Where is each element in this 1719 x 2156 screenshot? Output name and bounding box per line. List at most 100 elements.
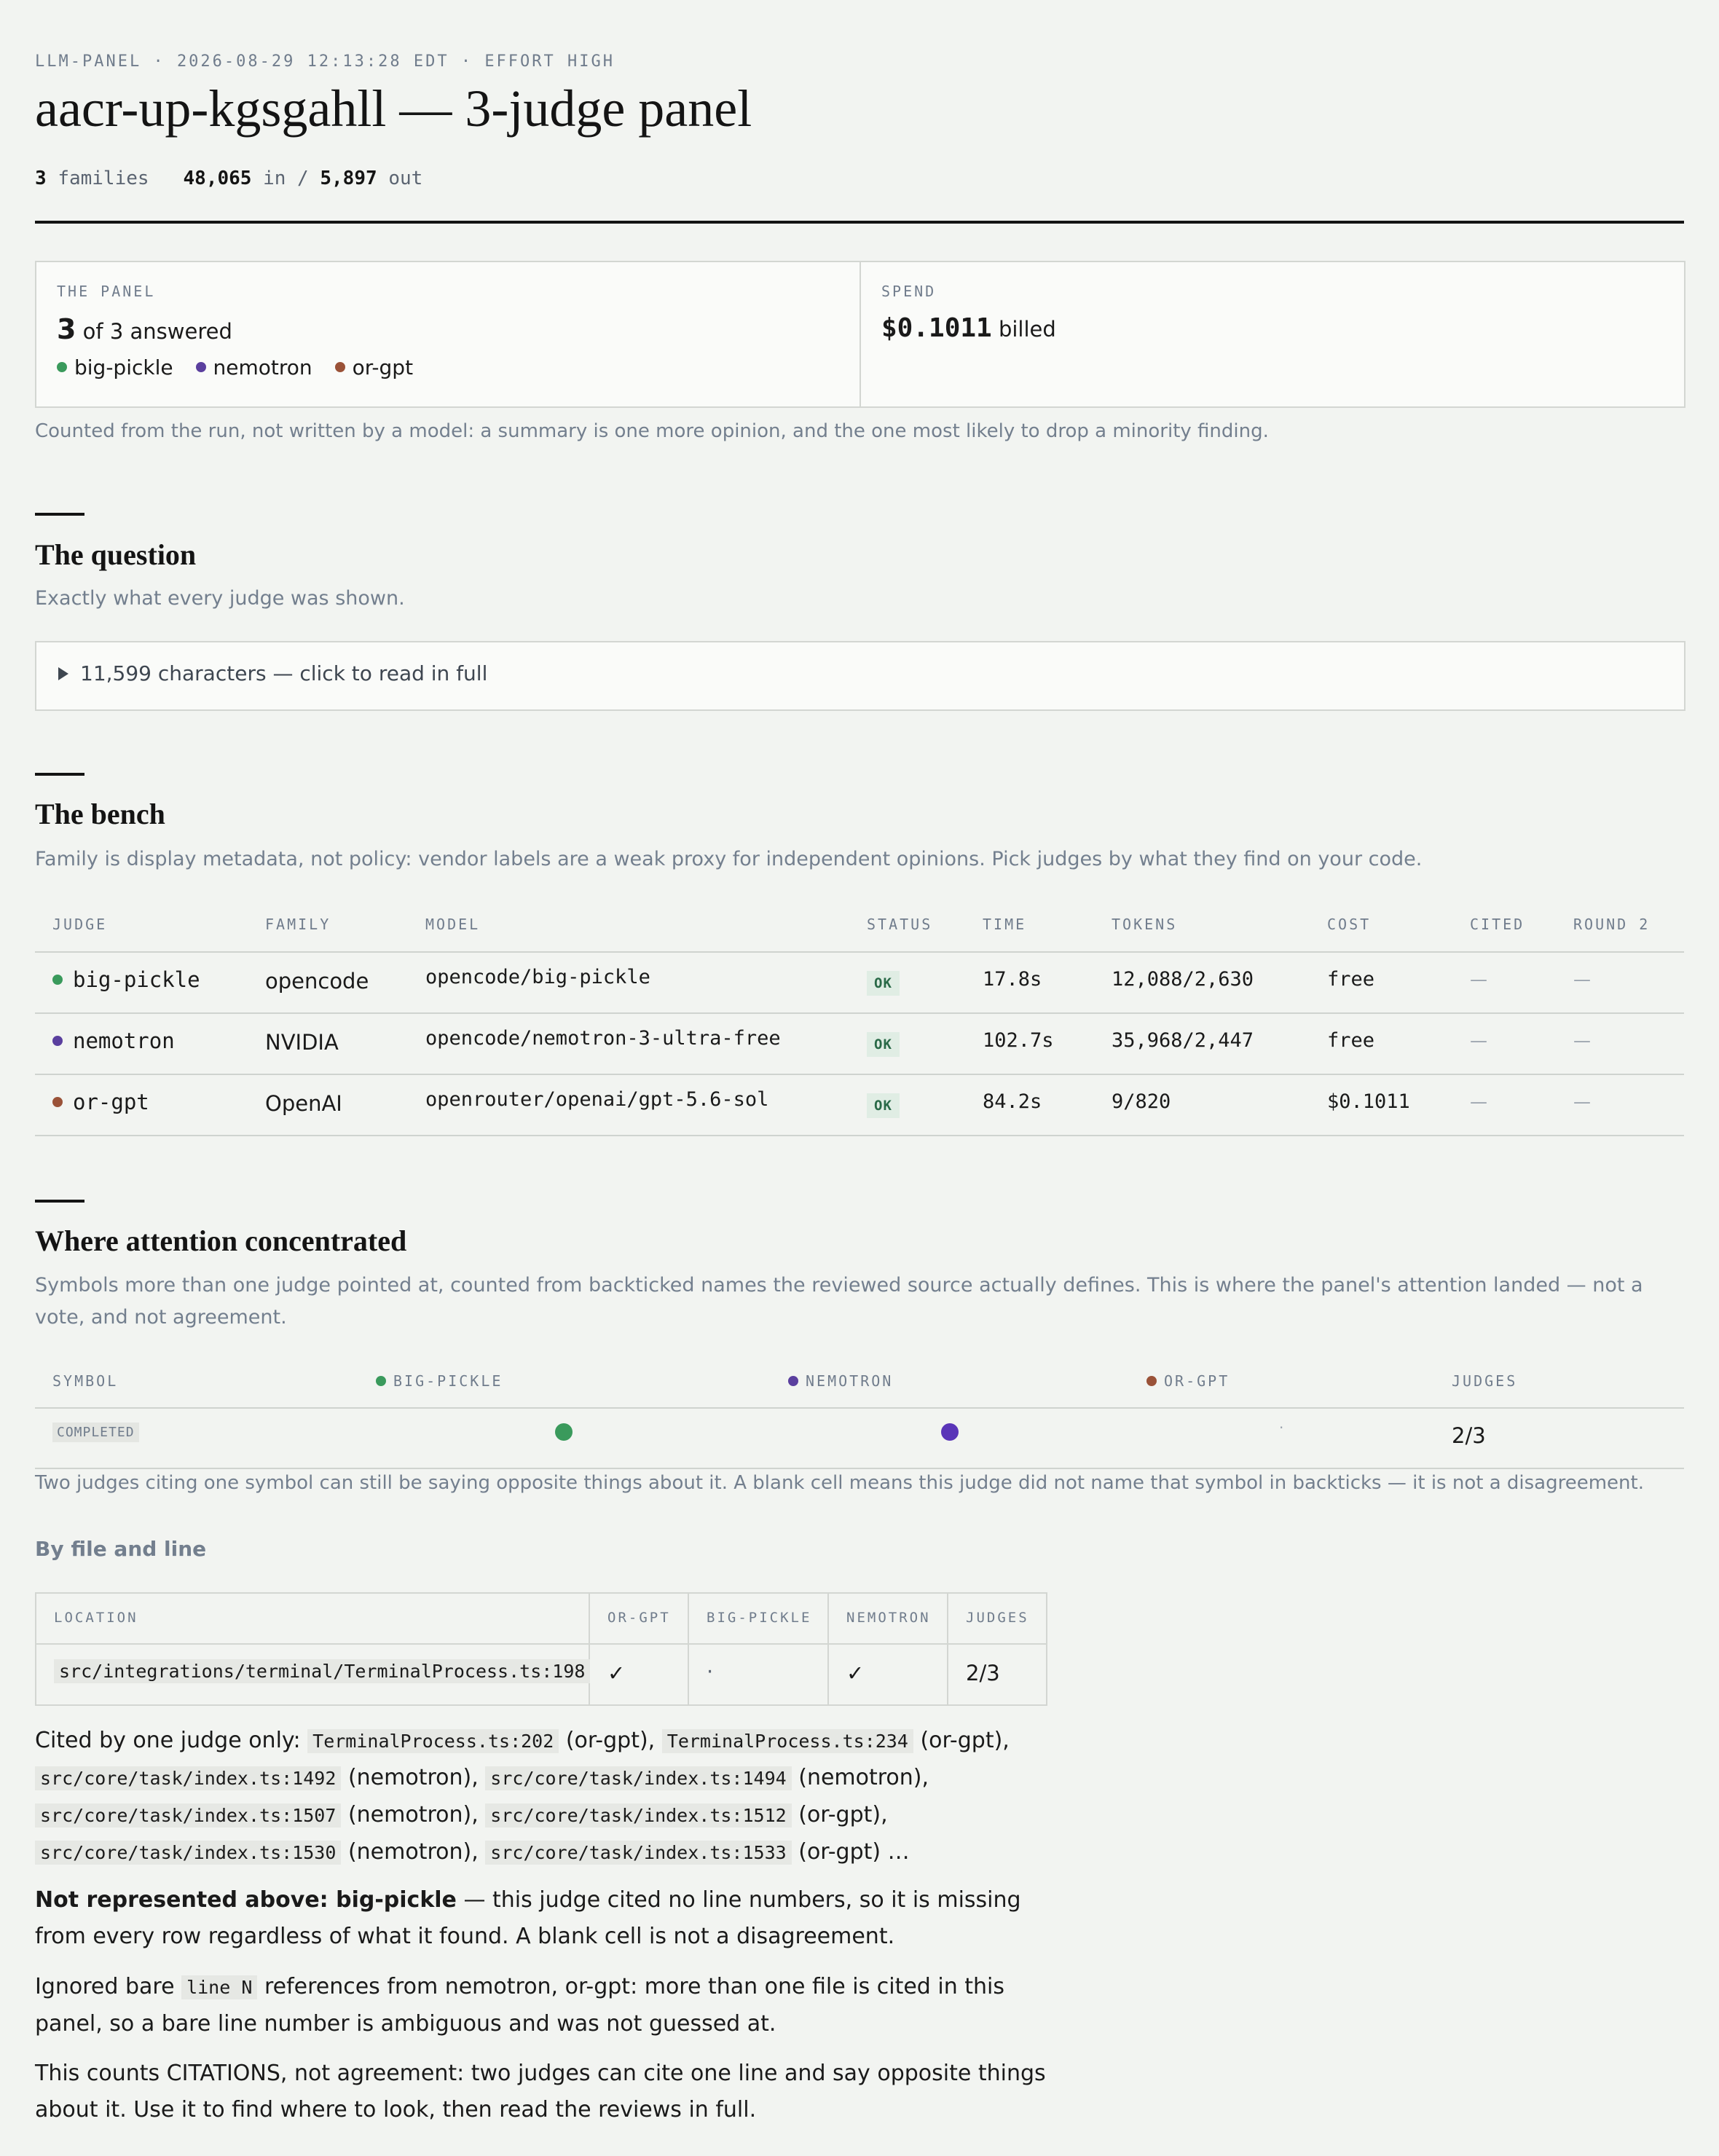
cited-cell: — xyxy=(1470,969,1487,990)
or-gpt-empty-cell: · xyxy=(1279,1419,1284,1436)
judge-cell: nemotron xyxy=(52,1028,175,1053)
cost-cell: $0.1011 xyxy=(1327,1090,1410,1113)
table-divider xyxy=(35,1074,1684,1075)
question-toggle[interactable]: 11,599 characters — click to read in ful… xyxy=(35,641,1685,711)
cited-cell: — xyxy=(1470,1031,1487,1051)
bench-desc: Family is display metadata, not policy: … xyxy=(35,848,1423,870)
table-divider xyxy=(35,1468,1684,1469)
time-cell: 84.2s xyxy=(983,1090,1042,1113)
col-symbol: SYMBOL xyxy=(52,1372,119,1390)
cited-judge: (nemotron), xyxy=(347,1765,479,1790)
status-badge: OK xyxy=(867,1032,900,1057)
tokens-cell: 35,968/2,447 xyxy=(1112,1029,1254,1052)
section-rule xyxy=(35,773,84,776)
spend-suffix: billed xyxy=(998,317,1056,342)
status-badge: OK xyxy=(867,971,900,996)
spend-card: SPEND $0.1011 billed xyxy=(860,262,1684,406)
panel-card-label: THE PANEL xyxy=(57,283,156,300)
cited-location: TerminalProcess.ts:202 xyxy=(307,1729,559,1753)
or-gpt-dot-icon xyxy=(52,1097,63,1107)
col-round2: ROUND 2 xyxy=(1573,916,1651,933)
section-rule xyxy=(35,513,84,516)
question-desc: Exactly what every judge was shown. xyxy=(35,587,405,610)
cited-cell: — xyxy=(1470,1092,1487,1112)
judge-name: or-gpt xyxy=(73,1090,149,1114)
column-divider xyxy=(947,1594,948,1704)
tokens-in: 48,065 xyxy=(183,168,252,189)
col-label: OR-GPT xyxy=(1164,1372,1230,1390)
cited-judge: (nemotron), xyxy=(347,1839,479,1865)
nemotron-check: ✓ xyxy=(846,1661,865,1685)
answered-text: of 3 answered xyxy=(82,319,232,344)
table-divider xyxy=(35,951,1684,953)
attention-note: Two judges citing one symbol can still b… xyxy=(35,1472,1644,1494)
cited-one-paragraph: Cited by one judge only: TerminalProcess… xyxy=(35,1723,1084,1871)
cited-judge: (nemotron), xyxy=(798,1765,929,1790)
nemotron-dot-icon xyxy=(52,1036,63,1046)
col-or-gpt: OR-GPT xyxy=(1146,1372,1230,1390)
judge-name: nemotron xyxy=(73,1028,175,1053)
table-divider xyxy=(35,1407,1684,1409)
location-code: src/integrations/terminal/TerminalProces… xyxy=(54,1659,591,1683)
cost-cell: free xyxy=(1327,968,1375,991)
nemotron-dot-icon xyxy=(788,1375,798,1386)
column-divider xyxy=(827,1594,829,1704)
out-label: out xyxy=(388,168,423,189)
status-badge: OK xyxy=(867,1093,900,1118)
spend-card-label: SPEND xyxy=(881,283,937,300)
round2-cell: — xyxy=(1573,1031,1591,1051)
cited-judge: (or-gpt) … xyxy=(798,1839,910,1865)
nemotron-dot-icon xyxy=(195,362,206,372)
col-big-pickle: BIG-PICKLE xyxy=(707,1610,812,1626)
families-count: 3 xyxy=(35,168,47,189)
time-cell: 17.8s xyxy=(983,968,1042,991)
counts-note: This counts CITATIONS, not agreement: tw… xyxy=(35,2061,1046,2122)
question-toggle-label: 11,599 characters — click to read in ful… xyxy=(80,661,488,685)
question-title: The question xyxy=(35,538,197,571)
cited-location: src/core/task/index.ts:1507 xyxy=(35,1803,342,1828)
tokens-cell: 9/820 xyxy=(1112,1090,1171,1113)
legend-or-gpt: or-gpt xyxy=(334,355,414,379)
spend-summary: $0.1011 billed xyxy=(881,313,1056,343)
ignored-before: Ignored bare xyxy=(35,1974,175,1999)
col-cited: CITED xyxy=(1470,916,1525,933)
legend-nemotron: nemotron xyxy=(195,355,312,379)
judge-legend: big-pickle nemotron or-gpt xyxy=(57,355,429,379)
big-pickle-dot-icon xyxy=(52,975,63,985)
big-pickle-empty: · xyxy=(707,1659,714,1684)
round2-cell: — xyxy=(1573,1092,1591,1112)
cited-location: src/core/task/index.ts:1512 xyxy=(485,1803,792,1828)
or-gpt-dot-icon xyxy=(334,362,345,372)
big-pickle-dot-icon xyxy=(57,362,67,372)
symbol-chip: COMPLETED xyxy=(52,1423,139,1442)
cited-location: src/core/task/index.ts:1494 xyxy=(485,1766,792,1790)
col-label: BIG-PICKLE xyxy=(393,1372,503,1390)
big-pickle-dot-icon xyxy=(376,1375,386,1386)
ignored-after: references from nemotron, or-gpt: more t… xyxy=(35,1974,1005,2037)
column-divider xyxy=(589,1594,590,1704)
header-rule xyxy=(35,221,1684,224)
by-file-title: By file and line xyxy=(35,1537,207,1561)
judge-name: big-pickle xyxy=(73,967,200,992)
cited-location: src/core/task/index.ts:1530 xyxy=(35,1841,342,1865)
judges-count: 2/3 xyxy=(966,1661,1000,1685)
attention-title: Where attention concentrated xyxy=(35,1224,407,1257)
model-cell: opencode/big-pickle xyxy=(425,966,650,988)
cited-one-lead: Cited by one judge only: xyxy=(35,1728,301,1753)
location-cell: src/integrations/terminal/TerminalProces… xyxy=(54,1659,591,1683)
answered-summary: 3 of 3 answered xyxy=(57,313,232,345)
col-family: FAMILY xyxy=(265,916,331,933)
or-gpt-check: ✓ xyxy=(607,1661,626,1685)
tokens-out: 5,897 xyxy=(320,168,377,189)
model-cell: opencode/nemotron-3-ultra-free xyxy=(425,1027,781,1050)
ignored-code: line N xyxy=(181,1975,258,1999)
summary-cards: THE PANEL 3 of 3 answered big-pickle nem… xyxy=(35,261,1685,408)
col-nemotron: NEMOTRON xyxy=(846,1610,931,1626)
panel-note: Counted from the run, not written by a m… xyxy=(35,420,1269,442)
legend-label: nemotron xyxy=(213,355,312,379)
run-meta: LLM-PANEL · 2026-08-29 12:13:28 EDT · EF… xyxy=(35,52,615,71)
col-big-pickle: BIG-PICKLE xyxy=(376,1372,503,1390)
col-status: STATUS xyxy=(867,916,933,933)
legend-label: or-gpt xyxy=(352,355,414,379)
section-rule xyxy=(35,1200,84,1203)
